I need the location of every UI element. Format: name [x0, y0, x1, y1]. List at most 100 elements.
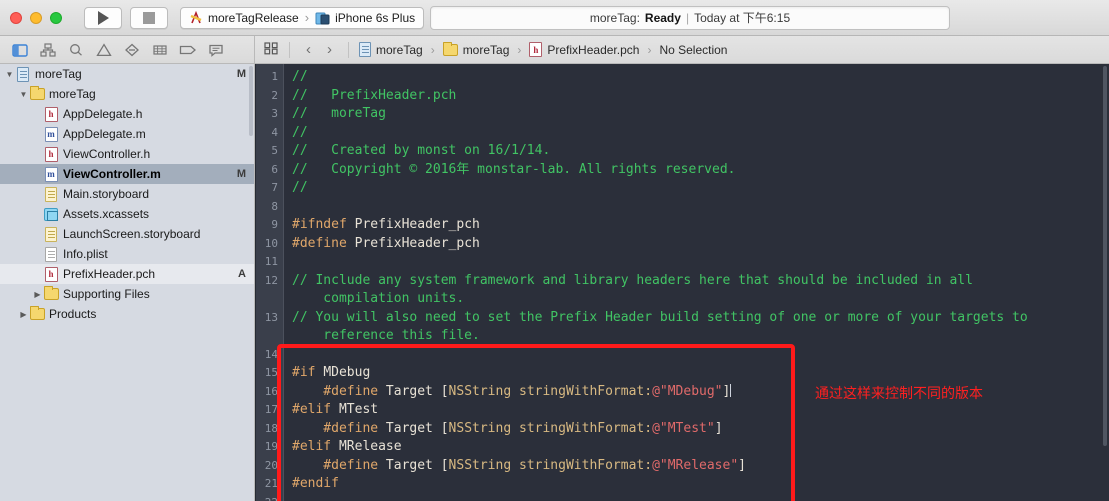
close-window-button[interactable]	[10, 12, 22, 24]
navigator-row-viewcontroller-m[interactable]: mViewController.mM	[0, 164, 254, 184]
zoom-window-button[interactable]	[50, 12, 62, 24]
line-number: 17	[255, 401, 283, 420]
test-navigator-icon[interactable]	[118, 39, 146, 61]
line-number: 12	[255, 272, 283, 291]
navigator-row-prefixheader-pch[interactable]: hPrefixHeader.pchA	[0, 264, 254, 284]
code-line: //	[292, 124, 1109, 143]
code-line	[292, 253, 1109, 272]
navigator-row-label: Info.plist	[63, 247, 108, 261]
navigator-row-label: ViewController.h	[63, 147, 150, 161]
breadcrumb-file-label: PrefixHeader.pch	[547, 43, 639, 57]
navigator-row-label: moreTag	[35, 67, 82, 81]
jump-bar: ‹ › moreTag › moreTag › h PrefixHeader.p…	[255, 36, 1109, 64]
line-number: 10	[255, 235, 283, 254]
code-line: // PrefixHeader.pch	[292, 87, 1109, 106]
token-comment: // PrefixHeader.pch	[292, 88, 456, 103]
file-icon-wrap	[43, 288, 59, 300]
project-icon	[359, 42, 371, 57]
editor-scrollbar[interactable]	[1103, 66, 1107, 446]
code-line: #define PrefixHeader_pch	[292, 235, 1109, 254]
breadcrumb-file[interactable]: h PrefixHeader.pch	[529, 42, 639, 57]
line-number: 15	[255, 364, 283, 383]
status-timestamp: Today at 下午6:15	[694, 9, 790, 26]
toolbar: moreTagRelease › iPhone 6s Plus moreTag:…	[0, 0, 1109, 36]
navigator-and-jump-bar: ‹ › moreTag › moreTag › h PrefixHeader.p…	[0, 36, 1109, 64]
report-navigator-icon[interactable]	[202, 39, 230, 61]
folder-icon	[30, 308, 45, 320]
annotation-text: 通过这样来控制不同的版本	[815, 383, 983, 403]
scm-status-badge: M	[229, 68, 246, 80]
navigator-row-appdelegate-h[interactable]: hAppDelegate.h	[0, 104, 254, 124]
navigator-row-label: AppDelegate.m	[63, 127, 146, 141]
navigator-row-moretag[interactable]: moreTag M	[0, 64, 254, 84]
navigator-row-launchscreen-storyboard[interactable]: LaunchScreen.storyboard	[0, 224, 254, 244]
go-forward-button[interactable]: ›	[321, 41, 338, 58]
code-line: #ifndef PrefixHeader_pch	[292, 216, 1109, 235]
code-line: #if MDebug	[292, 364, 1109, 383]
breakpoint-navigator-icon[interactable]	[174, 39, 202, 61]
window-controls	[0, 12, 62, 24]
go-back-button[interactable]: ‹	[300, 41, 317, 58]
token-class: stringWithFormat:	[519, 421, 652, 436]
navigator-scrollbar[interactable]	[249, 66, 253, 136]
asset-catalog-icon	[44, 208, 58, 221]
file-icon-wrap: m	[43, 167, 59, 182]
navigator-row-assets-xcassets[interactable]: Assets.xcassets	[0, 204, 254, 224]
disclosure-triangle-icon[interactable]	[18, 310, 29, 319]
navigator-row-supporting-files[interactable]: Supporting Files	[0, 284, 254, 304]
navigator-row-label: PrefixHeader.pch	[63, 267, 155, 281]
line-number: 14	[255, 346, 283, 365]
source-control-navigator-icon[interactable]	[34, 39, 62, 61]
line-number: 19	[255, 438, 283, 457]
plist-file-icon	[45, 247, 57, 262]
debug-navigator-icon[interactable]	[146, 39, 174, 61]
header-file-icon: h	[45, 147, 58, 162]
navigator-row-moretag[interactable]: moreTag	[0, 84, 254, 104]
implementation-file-icon: m	[45, 127, 58, 142]
minimize-window-button[interactable]	[30, 12, 42, 24]
code-line	[292, 198, 1109, 217]
token-pre: #endif	[292, 476, 339, 491]
breadcrumb-group[interactable]: moreTag	[443, 43, 510, 57]
search-navigator-icon[interactable]	[62, 39, 90, 61]
line-number-wrap	[255, 290, 283, 309]
file-icon-wrap	[43, 227, 59, 242]
folder-navigator-icon[interactable]	[6, 39, 34, 61]
related-items-icon[interactable]	[263, 41, 279, 58]
code-line: // Include any system framework and libr…	[292, 272, 1109, 309]
jumpbar-divider	[289, 42, 290, 58]
token-comment: // Include any system framework and libr…	[292, 273, 973, 307]
navigator-row-appdelegate-m[interactable]: m AppDelegate.m	[0, 124, 254, 144]
run-button[interactable]	[84, 7, 122, 29]
jumpbar-divider-2	[348, 42, 349, 58]
code-line: #endif	[292, 475, 1109, 494]
navigator-row-info-plist[interactable]: Info.plist	[0, 244, 254, 264]
folder-icon	[30, 88, 45, 100]
source-editor[interactable]: 123456789101112131415161718192021222324 …	[255, 64, 1109, 501]
token-class: NSString	[449, 384, 519, 399]
code-line: #elif MRelease	[292, 438, 1109, 457]
project-navigator[interactable]: moreTagMmoreTaghAppDelegate.hmAppDelegat…	[0, 64, 255, 501]
disclosure-triangle-icon[interactable]	[18, 90, 29, 99]
disclosure-triangle-icon[interactable]	[4, 70, 15, 79]
stop-button[interactable]	[130, 7, 168, 29]
code-content[interactable]: //// PrefixHeader.pch// moreTag//// Crea…	[284, 64, 1109, 501]
line-number: 4	[255, 124, 283, 143]
header-file-icon: h	[529, 42, 542, 57]
issue-navigator-icon[interactable]	[90, 39, 118, 61]
breadcrumb-selection-label: No Selection	[659, 43, 727, 57]
breadcrumb-project-label: moreTag	[376, 43, 423, 57]
line-number: 22	[255, 494, 283, 501]
scheme-destination-selector[interactable]: moreTagRelease › iPhone 6s Plus	[180, 7, 424, 29]
line-number: 6	[255, 161, 283, 180]
navigator-row-main-storyboard[interactable]: Main.storyboard	[0, 184, 254, 204]
navigator-row-viewcontroller-h[interactable]: h ViewController.h	[0, 144, 254, 164]
file-icon-wrap	[15, 67, 31, 82]
disclosure-triangle-icon[interactable]	[32, 290, 43, 299]
file-icon-wrap: h	[43, 147, 59, 162]
breadcrumb-project[interactable]: moreTag	[359, 42, 423, 57]
navigator-row-products[interactable]: Products	[0, 304, 254, 324]
navigator-row-label: Main.storyboard	[63, 187, 149, 201]
line-number: 2	[255, 87, 283, 106]
breadcrumb-selection[interactable]: No Selection	[659, 43, 727, 57]
